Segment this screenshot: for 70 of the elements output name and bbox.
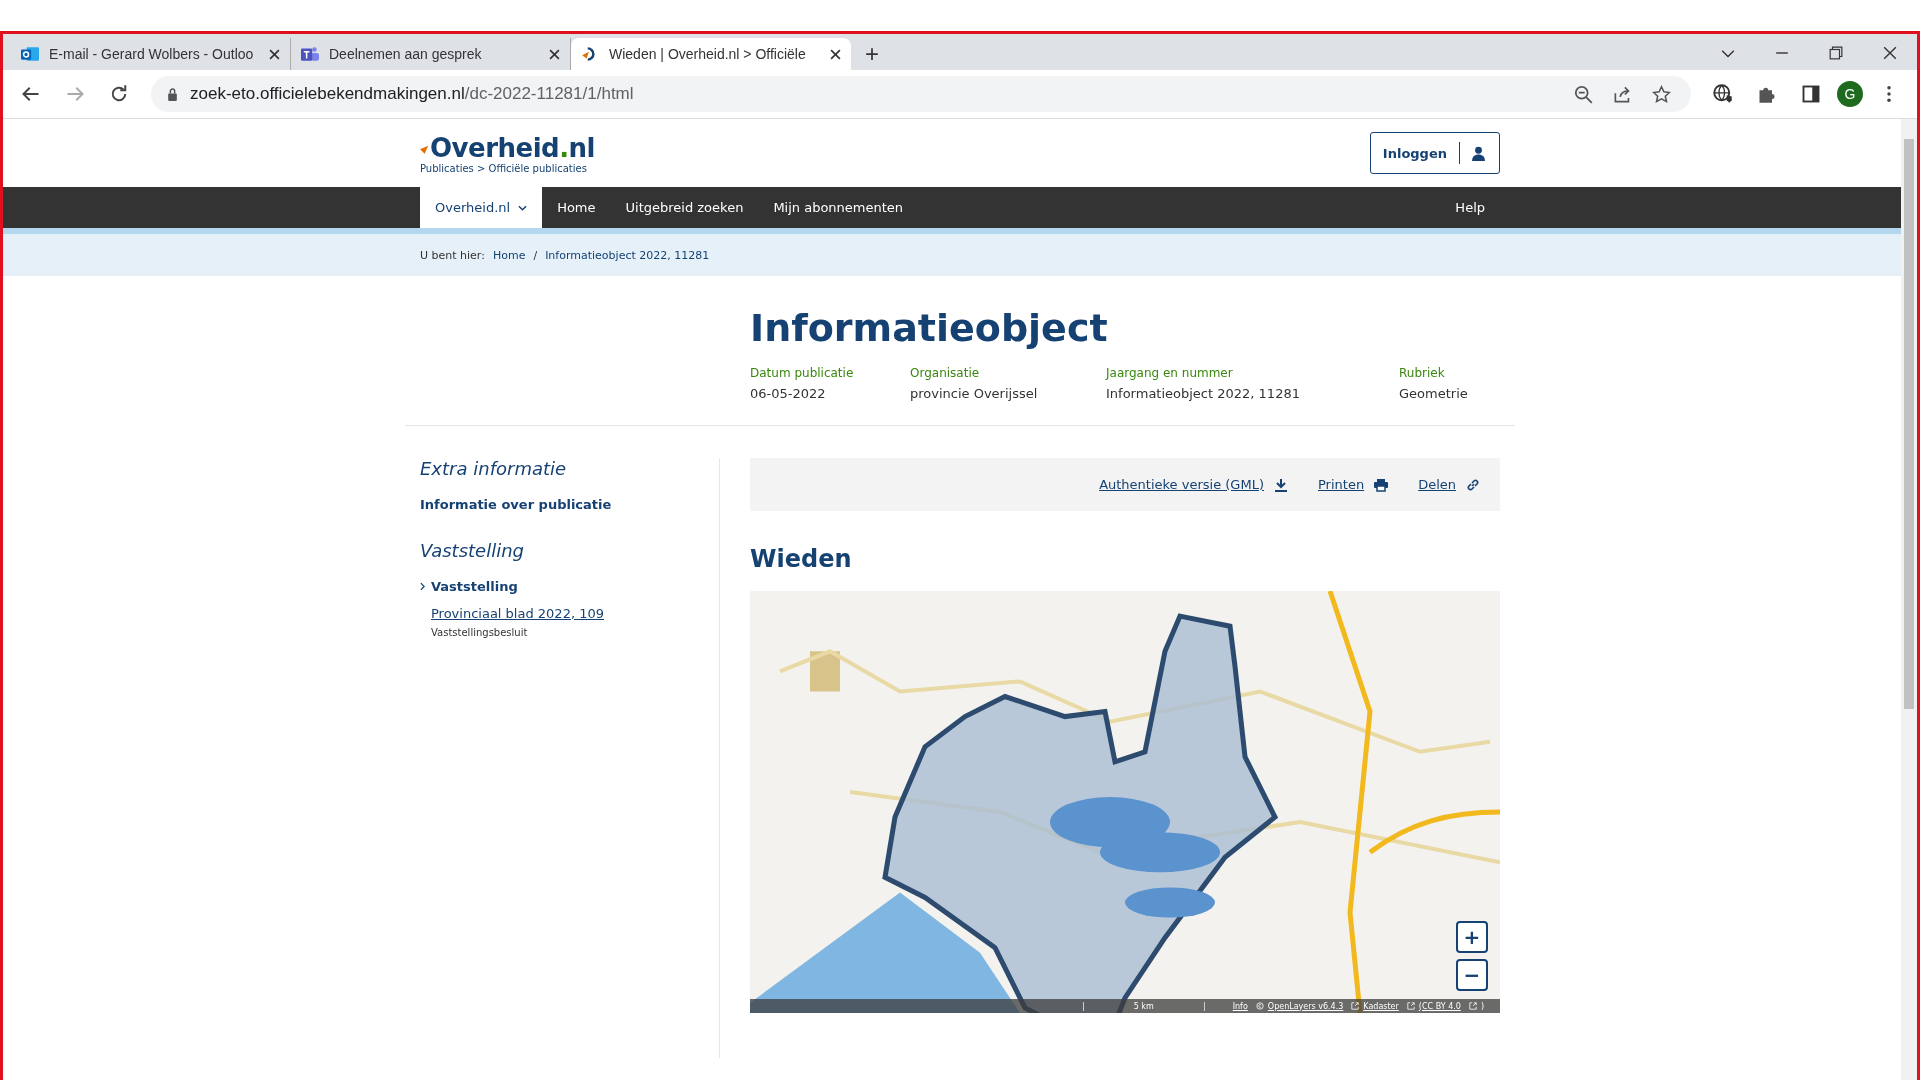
browser-tab[interactable]: Wieden | Overheid.nl > Officiële bbox=[571, 38, 851, 70]
zoom-in-button[interactable]: + bbox=[1456, 921, 1488, 953]
download-icon bbox=[1274, 477, 1288, 492]
close-icon[interactable] bbox=[269, 48, 280, 60]
printer-icon bbox=[1374, 477, 1389, 492]
reload-icon[interactable] bbox=[109, 84, 129, 104]
login-button[interactable]: Inloggen bbox=[1369, 132, 1500, 174]
page-title: Informatieobject bbox=[750, 306, 1109, 350]
browser-tab[interactable]: E-mail - Gerard Wolbers - Outloo bbox=[11, 38, 291, 70]
sidebar-link[interactable]: Vaststelling bbox=[431, 579, 518, 594]
attribution-link[interactable]: OpenLayers v6.4.3 bbox=[1267, 1001, 1344, 1011]
copyright-icon bbox=[1255, 1002, 1264, 1010]
map-info-link[interactable]: Info bbox=[1232, 1001, 1248, 1011]
breadcrumb-label: U bent hier: bbox=[420, 248, 485, 262]
new-tab-button[interactable]: + bbox=[851, 38, 893, 70]
attribution-link[interactable]: (CC BY 4.0 bbox=[1418, 1001, 1461, 1011]
meta-value: Informatieobject 2022, 11281 bbox=[1106, 386, 1301, 401]
action-link[interactable]: Authentieke versie (GML) bbox=[1099, 477, 1288, 492]
section-title: Wieden bbox=[750, 545, 853, 573]
side-panel-icon[interactable] bbox=[1801, 84, 1821, 104]
lock-icon bbox=[167, 87, 178, 101]
globe-shield-icon[interactable] bbox=[1713, 84, 1733, 104]
zoom-out-icon[interactable] bbox=[1574, 84, 1593, 104]
meta-label: Rubriek bbox=[1399, 366, 1446, 380]
share-icon[interactable] bbox=[1613, 84, 1632, 104]
link-icon bbox=[1466, 477, 1480, 492]
chat-app-icon bbox=[301, 45, 319, 63]
url-text: zoek-eto.officielebekendmakingen.nl/dc-2022-11281/1/html bbox=[190, 84, 634, 104]
zoom-out-button[interactable]: − bbox=[1456, 959, 1488, 991]
nav-item[interactable]: Mijn abonnementen bbox=[758, 187, 919, 228]
breadcrumb-link[interactable]: Home bbox=[492, 248, 526, 262]
browser-tab[interactable]: Deelnemen aan gesprek bbox=[291, 38, 571, 70]
meta-label: Jaargang en nummer bbox=[1106, 366, 1234, 380]
site-logo[interactable]: Overheid.nl bbox=[420, 132, 595, 163]
close-icon[interactable] bbox=[549, 48, 560, 60]
nav-item[interactable]: Home bbox=[542, 187, 611, 228]
action-link[interactable]: Printen bbox=[1318, 477, 1389, 492]
restore-icon[interactable] bbox=[1829, 46, 1843, 60]
breadcrumb-separator: / bbox=[533, 248, 538, 262]
help-link[interactable]: Help bbox=[1440, 187, 1500, 228]
action-link[interactable]: Delen bbox=[1418, 477, 1480, 492]
meta-label: Datum publicatie bbox=[750, 366, 855, 380]
sidebar-link[interactable]: Informatie over publicatie bbox=[420, 497, 719, 512]
site-subtitle: Publicaties > Officiële publicaties bbox=[420, 162, 588, 174]
external-link-icon bbox=[1406, 1002, 1415, 1010]
user-icon bbox=[1472, 145, 1485, 161]
star-icon[interactable] bbox=[1652, 84, 1671, 104]
mail-app-icon bbox=[21, 45, 39, 63]
attribution-text: ) bbox=[1480, 1001, 1484, 1011]
map-scale: 5 km bbox=[1082, 1001, 1205, 1011]
publication-note: Vaststellingsbesluit bbox=[431, 627, 529, 638]
chevron-right-icon bbox=[420, 582, 425, 591]
sidebar-heading: Extra informatie bbox=[420, 458, 568, 479]
meta-label: Organisatie bbox=[910, 366, 981, 380]
scrollbar-thumb[interactable] bbox=[1904, 139, 1914, 709]
meta-value: provincie Overijssel bbox=[910, 386, 1039, 401]
close-icon[interactable] bbox=[830, 48, 841, 60]
publication-link[interactable]: Provinciaal blad 2022, 109 bbox=[431, 606, 719, 621]
breadcrumb-link[interactable]: Informatieobject 2022, 11281 bbox=[545, 248, 710, 262]
attribution-link[interactable]: Kadaster bbox=[1363, 1001, 1399, 1011]
external-link-icon bbox=[1468, 1002, 1477, 1010]
sidebar-heading: Vaststelling bbox=[420, 540, 525, 561]
meta-value: Geometrie bbox=[1399, 386, 1468, 401]
address-bar[interactable]: zoek-eto.officielebekendmakingen.nl/dc-2022-11281/1/html bbox=[151, 76, 1691, 112]
nav-item[interactable]: Overheid.nl bbox=[420, 187, 543, 228]
profile-avatar[interactable]: G bbox=[1837, 81, 1863, 107]
external-link-icon bbox=[1351, 1002, 1360, 1010]
meta-value: 06-05-2022 bbox=[750, 386, 827, 401]
nav-item[interactable]: Uitgebreid zoeken bbox=[610, 187, 759, 228]
close-icon[interactable] bbox=[1883, 46, 1897, 60]
